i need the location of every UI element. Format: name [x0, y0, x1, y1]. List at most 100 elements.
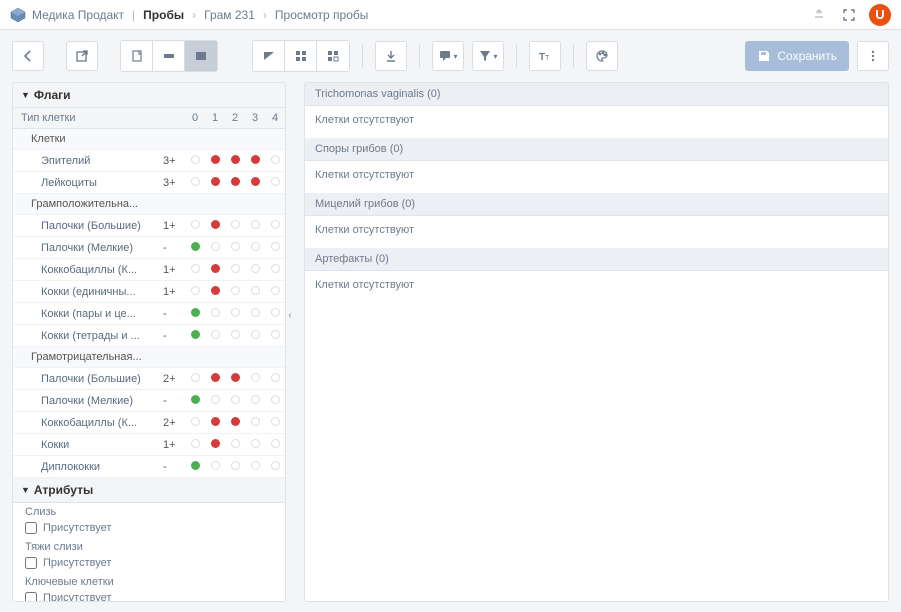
dot-cell[interactable]	[225, 308, 245, 320]
dot-cell[interactable]	[225, 242, 245, 254]
cell-row[interactable]: Палочки (Мелкие)-	[13, 390, 285, 412]
grid4-button[interactable]	[285, 41, 317, 71]
dot-cell[interactable]	[245, 395, 265, 407]
checkbox[interactable]	[25, 557, 37, 569]
dot-cell[interactable]	[205, 264, 225, 276]
dot-cell[interactable]	[265, 264, 285, 276]
dot-cell[interactable]	[265, 220, 285, 232]
dot-cell[interactable]	[205, 286, 225, 298]
back-button[interactable]	[12, 41, 44, 71]
view-grid-button[interactable]	[185, 41, 217, 71]
download-button[interactable]	[375, 41, 407, 71]
dot-cell[interactable]	[245, 308, 265, 320]
collapse-handle[interactable]: ‹	[285, 300, 295, 330]
contrast-button[interactable]	[253, 41, 285, 71]
dot-cell[interactable]	[225, 417, 245, 429]
dot-cell[interactable]	[245, 286, 265, 298]
dot-cell[interactable]	[245, 461, 265, 473]
dot-cell[interactable]	[205, 177, 225, 189]
dot-cell[interactable]	[265, 417, 285, 429]
attribute-check[interactable]: Присутствует	[13, 590, 285, 602]
dot-cell[interactable]	[225, 439, 245, 451]
dot-cell[interactable]	[265, 373, 285, 385]
cell-row[interactable]: Палочки (Мелкие)-	[13, 237, 285, 259]
dot-cell[interactable]	[245, 264, 265, 276]
cell-row[interactable]: Лейкоциты3+	[13, 172, 285, 194]
category-header[interactable]: Мицелий грибов (0)	[305, 193, 888, 216]
cell-row[interactable]: Коккобациллы (К...1+	[13, 259, 285, 281]
category-header[interactable]: Trichomonas vaginalis (0)	[305, 83, 888, 106]
filter-button[interactable]: ▾	[472, 41, 504, 71]
category-header[interactable]: Артефакты (0)	[305, 248, 888, 271]
external-link-button[interactable]	[66, 41, 98, 71]
dot-cell[interactable]	[265, 155, 285, 167]
dot-cell[interactable]	[205, 155, 225, 167]
dot-cell[interactable]	[205, 330, 225, 342]
cell-row[interactable]: Кокки1+	[13, 434, 285, 456]
comment-button[interactable]: ▾	[432, 41, 464, 71]
attribute-check[interactable]: Присутствует	[13, 520, 285, 538]
dot-cell[interactable]	[205, 242, 225, 254]
dot-cell[interactable]	[265, 177, 285, 189]
palette-button[interactable]	[586, 41, 618, 71]
dot-cell[interactable]	[205, 439, 225, 451]
category-header[interactable]: Споры грибов (0)	[305, 138, 888, 161]
view-wide-button[interactable]	[153, 41, 185, 71]
attribute-check[interactable]: Присутствует	[13, 555, 285, 573]
dot-cell[interactable]	[185, 177, 205, 189]
cell-row[interactable]: Палочки (Большие)1+	[13, 215, 285, 237]
dot-cell[interactable]	[205, 417, 225, 429]
cell-row[interactable]: Кокки (единичны...1+	[13, 281, 285, 303]
dot-cell[interactable]	[225, 330, 245, 342]
dot-cell[interactable]	[225, 264, 245, 276]
avatar[interactable]: U	[869, 4, 891, 26]
cell-row[interactable]: Эпителий3+	[13, 150, 285, 172]
view-page-button[interactable]	[121, 41, 153, 71]
dot-cell[interactable]	[185, 264, 205, 276]
dot-cell[interactable]	[265, 308, 285, 320]
dot-cell[interactable]	[265, 461, 285, 473]
dot-cell[interactable]	[265, 286, 285, 298]
dot-cell[interactable]	[185, 461, 205, 473]
dot-cell[interactable]	[245, 439, 265, 451]
dot-cell[interactable]	[205, 461, 225, 473]
dot-cell[interactable]	[245, 177, 265, 189]
dot-cell[interactable]	[265, 439, 285, 451]
cell-row[interactable]: Кокки (тетрады и ...-	[13, 325, 285, 347]
breadcrumb-item[interactable]: Грам 231	[204, 8, 255, 22]
dot-cell[interactable]	[205, 220, 225, 232]
dot-cell[interactable]	[245, 330, 265, 342]
cell-row[interactable]: Диплококки-	[13, 456, 285, 478]
checkbox[interactable]	[25, 592, 37, 602]
dot-cell[interactable]	[185, 330, 205, 342]
save-button[interactable]: Сохранить	[745, 41, 849, 71]
dot-cell[interactable]	[205, 395, 225, 407]
dot-cell[interactable]	[245, 417, 265, 429]
dot-cell[interactable]	[245, 373, 265, 385]
dot-cell[interactable]	[185, 155, 205, 167]
expand-icon[interactable]	[839, 5, 859, 25]
dot-cell[interactable]	[225, 395, 245, 407]
dot-cell[interactable]	[225, 177, 245, 189]
cell-row[interactable]: Палочки (Большие)2+	[13, 368, 285, 390]
sync-icon[interactable]	[809, 5, 829, 25]
more-button[interactable]	[857, 41, 889, 71]
attributes-section-header[interactable]: ▼ Атрибуты	[13, 478, 285, 503]
flags-section-header[interactable]: ▼ Флаги	[13, 83, 285, 108]
dot-cell[interactable]	[185, 242, 205, 254]
dot-cell[interactable]	[225, 286, 245, 298]
dot-cell[interactable]	[205, 373, 225, 385]
dot-cell[interactable]	[225, 461, 245, 473]
dot-cell[interactable]	[185, 373, 205, 385]
breadcrumb-root[interactable]: Пробы	[143, 8, 184, 22]
grid-split-button[interactable]	[317, 41, 349, 71]
dot-cell[interactable]	[225, 155, 245, 167]
cell-row[interactable]: Кокки (пары и це...-	[13, 303, 285, 325]
dot-cell[interactable]	[185, 220, 205, 232]
dot-cell[interactable]	[185, 417, 205, 429]
dot-cell[interactable]	[225, 373, 245, 385]
dot-cell[interactable]	[265, 330, 285, 342]
dot-cell[interactable]	[265, 395, 285, 407]
dot-cell[interactable]	[185, 439, 205, 451]
dot-cell[interactable]	[245, 220, 265, 232]
